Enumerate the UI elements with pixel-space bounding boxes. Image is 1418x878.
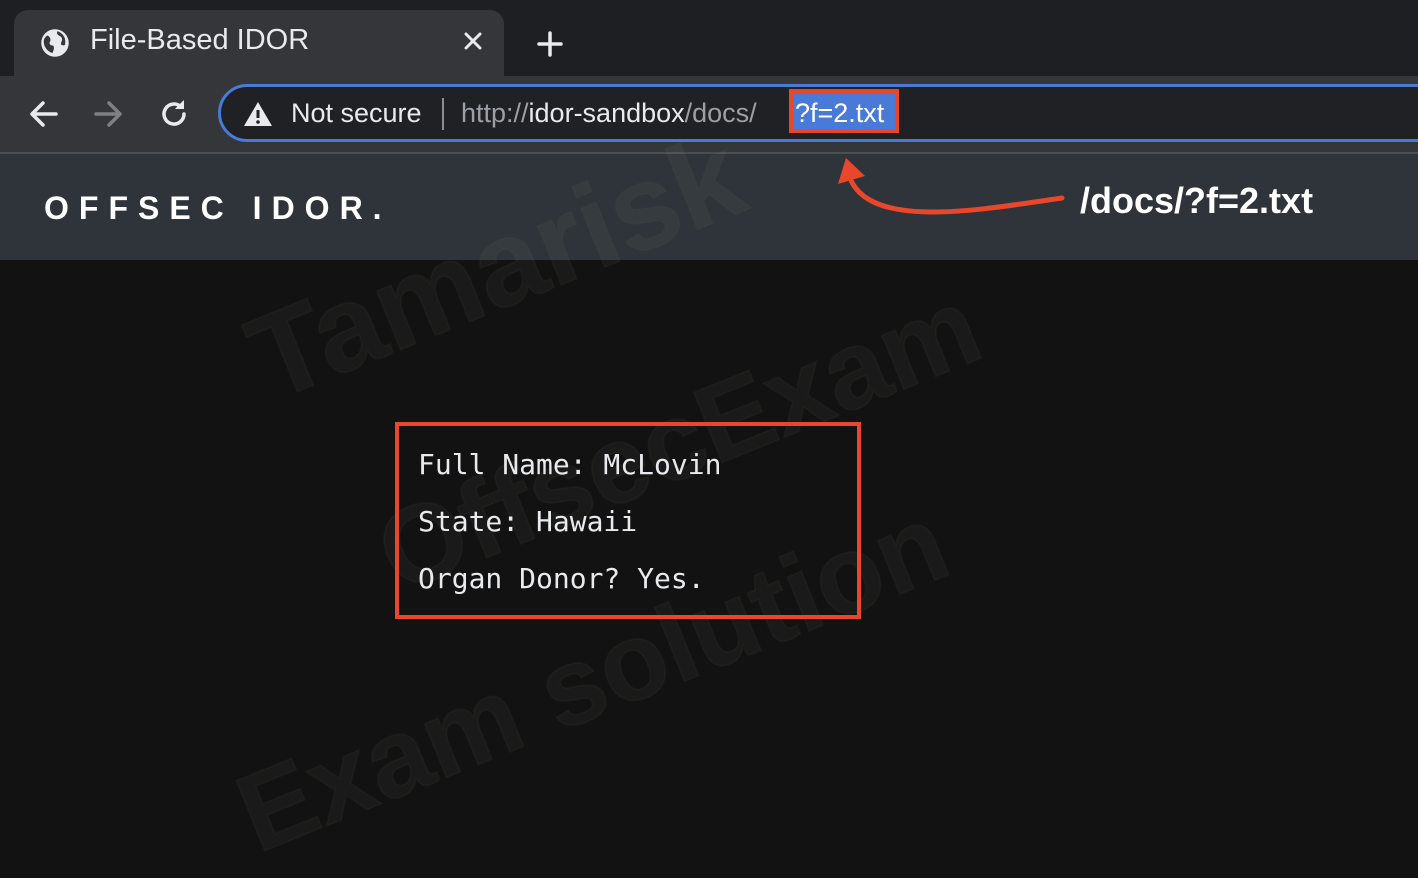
close-icon[interactable] <box>462 30 484 52</box>
doc-line-state: State: Hawaii <box>418 505 638 538</box>
address-bar[interactable]: Not secure http://idor-sandbox/docs/ ?f=… <box>218 84 1418 142</box>
new-tab-icon[interactable] <box>536 30 564 58</box>
warning-icon[interactable] <box>243 100 273 128</box>
url-host: idor-sandbox <box>528 98 685 128</box>
security-status[interactable]: Not secure <box>291 98 422 129</box>
url-query-highlight[interactable]: ?f=2.txt <box>789 89 899 133</box>
reload-icon[interactable] <box>156 96 192 132</box>
back-arrow-icon[interactable] <box>26 96 62 132</box>
url-path: /docs/ <box>684 98 757 128</box>
url-scheme: http:// <box>461 98 529 128</box>
doc-line-full-name: Full Name: McLovin <box>418 448 722 481</box>
forward-arrow-icon[interactable] <box>90 96 126 132</box>
browser-toolbar: Not secure http://idor-sandbox/docs/ ?f=… <box>0 76 1418 152</box>
divider <box>442 98 444 130</box>
tab-file-based-idor[interactable]: File-Based IDOR <box>14 10 504 76</box>
site-header: OFFSEC IDOR. /docs/?f=2.txt <box>0 154 1418 260</box>
globe-icon <box>41 29 69 57</box>
tab-title: File-Based IDOR <box>90 24 310 56</box>
site-logo[interactable]: OFFSEC IDOR. <box>44 190 392 227</box>
annotation-callout: /docs/?f=2.txt <box>1080 180 1314 221</box>
url-query: ?f=2.txt <box>795 98 885 128</box>
tab-strip: File-Based IDOR <box>0 0 1418 76</box>
url-text[interactable]: http://idor-sandbox/docs/ <box>461 98 757 129</box>
doc-line-organ-donor: Organ Donor? Yes. <box>418 562 705 595</box>
